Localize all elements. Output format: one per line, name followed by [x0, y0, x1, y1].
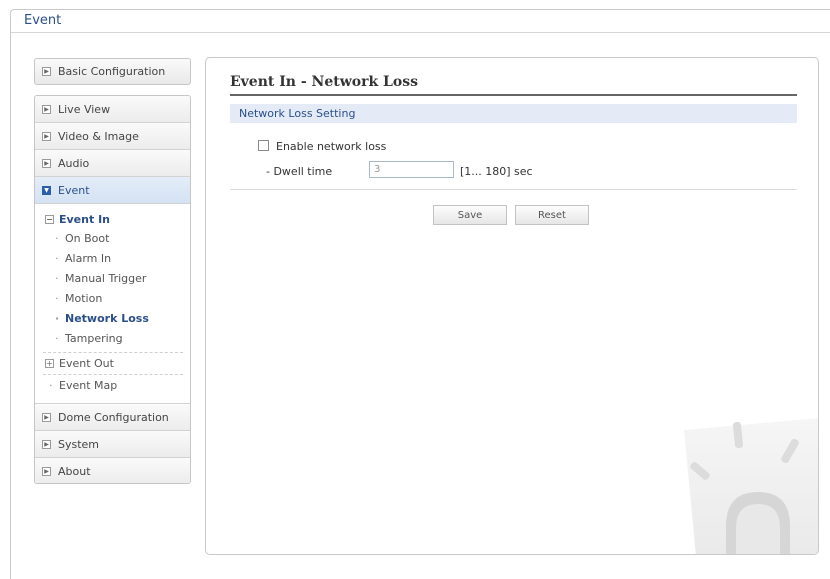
arrow-box-icon: ▶	[42, 67, 51, 76]
nav-video-image[interactable]: ▶ Video & Image	[35, 123, 190, 150]
reset-button[interactable]: Reset	[515, 205, 589, 225]
sidebar-group: ▶ Live View ▶ Video & Image ▶ Audio ▼ Ev…	[34, 95, 191, 484]
dwell-time-input[interactable]	[369, 161, 454, 178]
sub-item-tampering[interactable]: Tampering	[55, 332, 123, 345]
sub-item-motion[interactable]: Motion	[55, 292, 102, 305]
divider	[43, 352, 183, 353]
nav-label: Audio	[58, 156, 90, 170]
enable-network-loss-checkbox[interactable]	[258, 140, 269, 151]
nav-label: Event	[58, 183, 90, 197]
arrow-box-icon: ▶	[42, 467, 51, 476]
nav-basic-configuration[interactable]: ▶ Basic Configuration	[34, 58, 191, 85]
alarm-beacon-icon	[684, 418, 818, 554]
arrow-box-icon: ▶	[42, 131, 51, 141]
enable-network-loss-label: Enable network loss	[276, 140, 387, 153]
nav-label: Video & Image	[58, 129, 139, 143]
nav-dome-configuration[interactable]: ▶ Dome Configuration	[35, 404, 190, 431]
nav-live-view[interactable]: ▶ Live View	[35, 96, 190, 123]
content-panel: Event In - Network Loss Network Loss Set…	[205, 57, 819, 555]
nav-label: Basic Configuration	[58, 65, 166, 78]
tree-label: Event In	[59, 213, 110, 226]
arrow-box-icon: ▶	[42, 104, 51, 114]
divider	[43, 374, 183, 375]
nav-event[interactable]: ▼ Event	[35, 177, 190, 204]
sub-item-network-loss[interactable]: Network Loss	[55, 312, 149, 325]
page-title: Event In - Network Loss	[230, 74, 418, 90]
dwell-range-label: [1... 180] sec	[460, 165, 533, 178]
nav-about[interactable]: ▶ About	[35, 458, 190, 483]
sub-item-manual-trigger[interactable]: Manual Trigger	[55, 272, 146, 285]
nav-label: Dome Configuration	[58, 410, 169, 424]
nav-audio[interactable]: ▶ Audio	[35, 150, 190, 177]
dwell-time-label: - Dwell time	[266, 165, 333, 178]
nav-label: Live View	[58, 102, 111, 116]
nav-label: About	[58, 465, 91, 478]
nav-label: System	[58, 437, 100, 451]
tree-event-in[interactable]: − Event In	[45, 213, 110, 226]
save-button[interactable]: Save	[433, 205, 507, 225]
tree-event-out[interactable]: + Event Out	[45, 357, 114, 370]
arrow-box-icon: ▶	[42, 439, 51, 449]
page-header-title: Event	[24, 13, 62, 28]
arrow-down-box-icon: ▼	[42, 185, 51, 195]
minus-box-icon: −	[45, 215, 54, 224]
arrow-box-icon: ▶	[42, 412, 51, 422]
sub-item-event-map[interactable]: Event Map	[49, 379, 117, 392]
form-divider	[230, 189, 797, 190]
nav-system[interactable]: ▶ System	[35, 431, 190, 458]
header-divider	[11, 32, 830, 33]
sub-item-alarm-in[interactable]: Alarm In	[55, 252, 111, 265]
section-header: Network Loss Setting	[230, 104, 797, 123]
arrow-box-icon: ▶	[42, 158, 51, 168]
tree-label: Event Out	[59, 357, 114, 370]
sub-item-on-boot[interactable]: On Boot	[55, 232, 110, 245]
plus-box-icon: +	[45, 359, 54, 368]
event-submenu: − Event In On Boot Alarm In Manual Trigg…	[35, 204, 190, 404]
title-underline	[230, 94, 797, 96]
